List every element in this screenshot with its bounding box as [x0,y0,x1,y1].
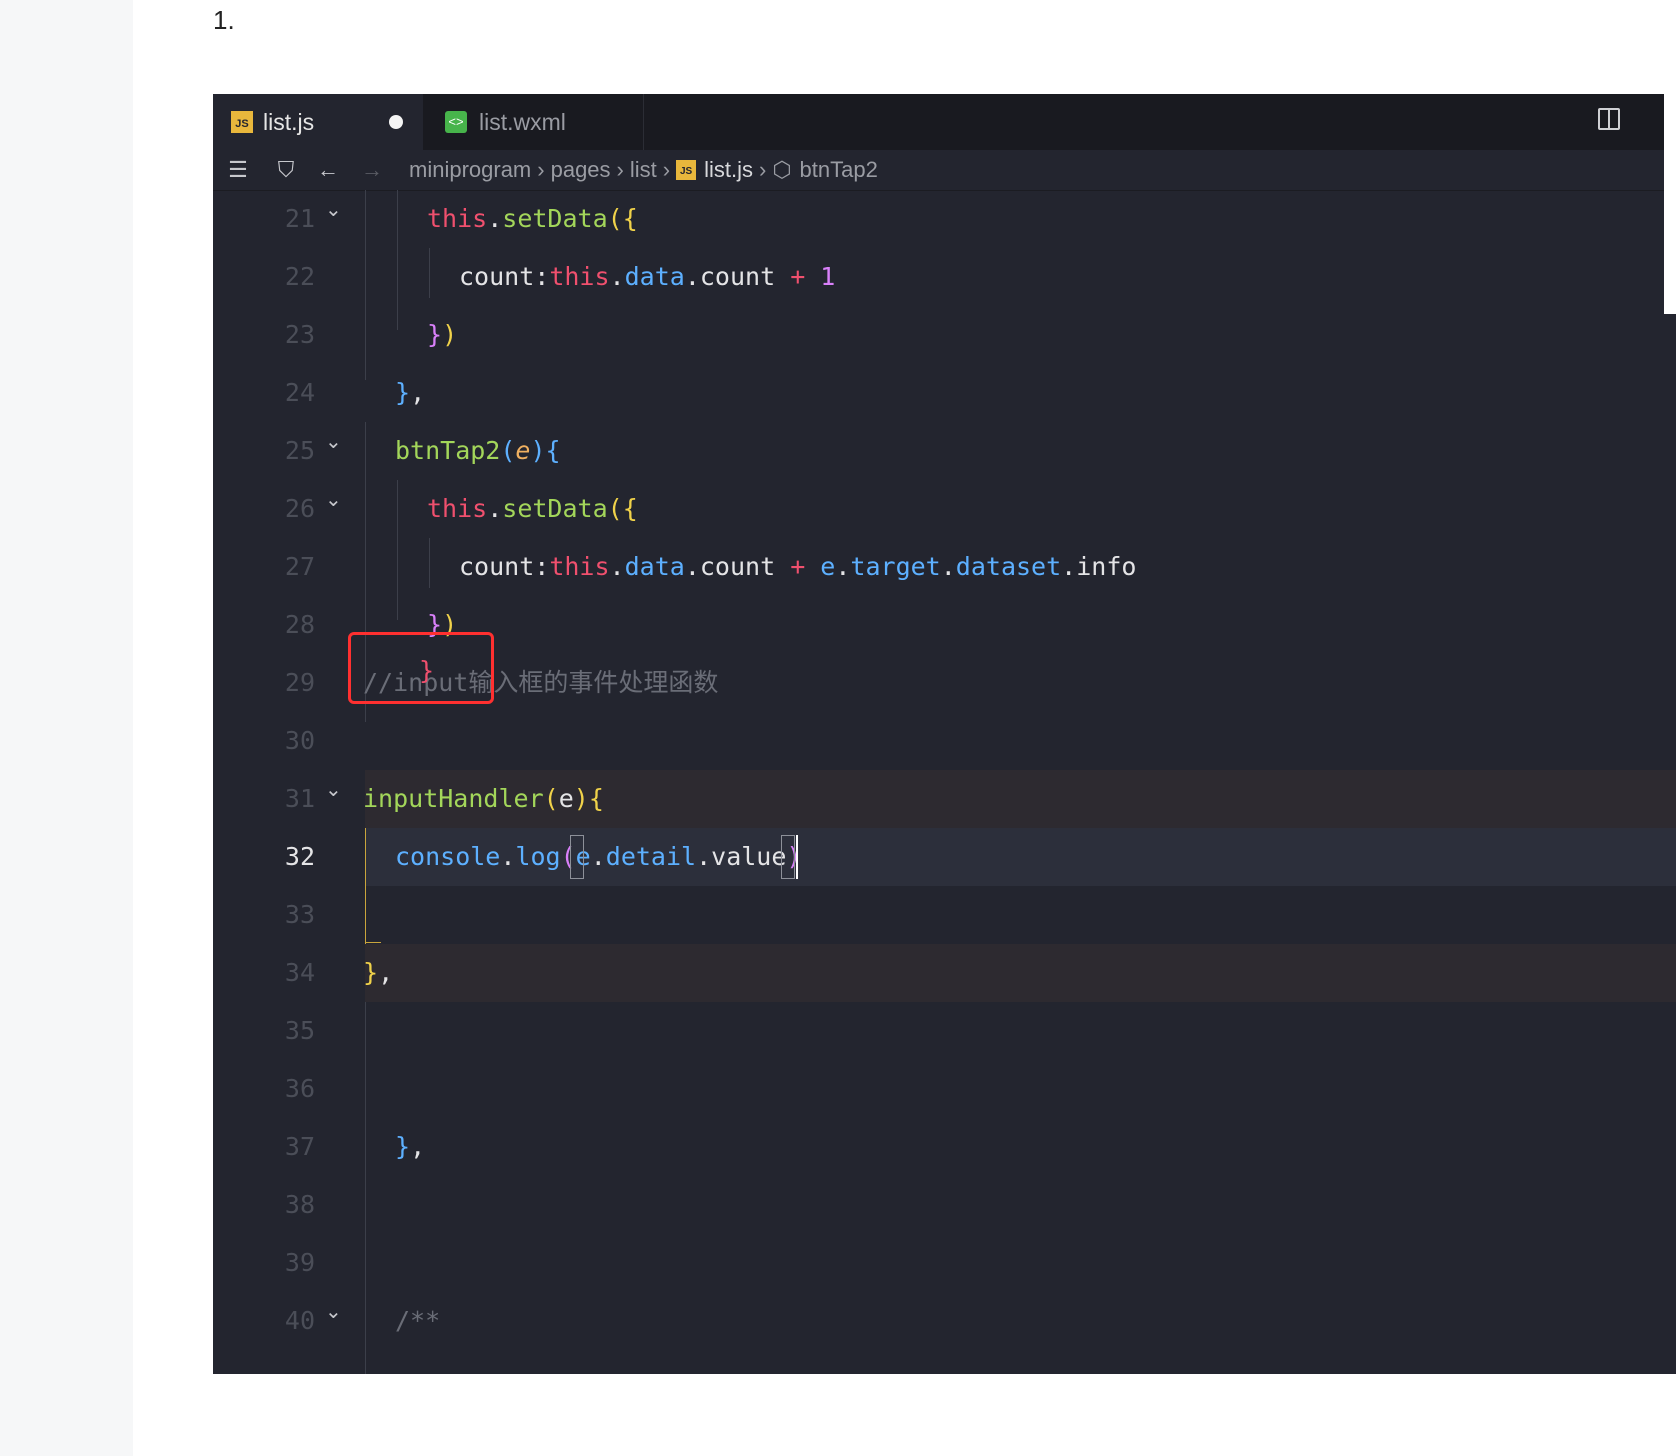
code-line: 24 }, [213,364,1676,422]
forward-arrow-icon[interactable]: → [355,157,389,183]
code-text: /** [395,1306,441,1335]
line-number: 40 [284,1306,315,1335]
line-number: 38 [284,1190,315,1219]
breadcrumb-item-symbol[interactable]: btnTap2 [800,157,878,183]
tab-list-wxml[interactable]: <> list.wxml [423,94,644,150]
line-number: 39 [284,1248,315,1277]
code-text: }, [363,958,394,987]
line-number: 23 [284,320,315,349]
chevron-down-icon[interactable]: ⌄ [325,180,342,238]
unsaved-dot-icon[interactable] [389,115,403,129]
page-left-margin [0,0,133,1456]
code-line: 38 [213,1176,1676,1234]
code-line: 36 [213,1060,1676,1118]
text-cursor [796,835,798,879]
breadcrumb-item-miniprogram[interactable]: miniprogram [409,157,531,183]
code-text: this.setData({ [427,494,638,523]
chevron-right-icon: › [758,157,767,182]
page-right-edge [1664,94,1676,314]
line-number: 21 [284,204,315,233]
tab-label: list.js [263,108,315,135]
code-editor[interactable]: JS list.js <> list.wxml ☰ ⛉ ← → miniprog… [213,94,1676,1374]
code-text: this.setData({ [427,204,638,233]
bracket-match-box [570,835,584,879]
breadcrumb-item-list[interactable]: list [630,157,657,183]
code-line: 23 }) [213,306,1676,364]
breadcrumb-item-file[interactable]: list.js [704,157,753,183]
code-line: 27 count:this.data.count + e.target.data… [213,538,1676,596]
chevron-down-icon[interactable]: ⌄ [325,412,342,470]
line-number: 22 [284,262,315,291]
code-line: 21 ⌄ this.setData({ [213,190,1676,248]
cube-icon: ⬡ [772,157,792,182]
code-text: console.log(e.detail.value) [395,842,802,871]
code-text: count:this.data.count + e.target.dataset… [459,552,1137,581]
tab-list-js[interactable]: JS list.js [213,94,423,150]
line-number: 27 [284,552,315,581]
line-number: 34 [284,958,315,987]
code-line: 30 [213,712,1676,770]
code-text: btnTap2(e){ [395,436,561,465]
editor-tab-bar: JS list.js <> list.wxml [213,94,1676,150]
code-line: 26 ⌄ this.setData({ [213,480,1676,538]
line-number: 25 [284,436,315,465]
chevron-down-icon[interactable]: ⌄ [325,1282,342,1340]
code-line: 22 count:this.data.count + 1 [213,248,1676,306]
line-number: 32 [284,842,315,871]
line-number: 33 [284,900,315,929]
chevron-down-icon[interactable]: ⌄ [325,470,342,528]
line-number: 36 [284,1074,315,1103]
breadcrumb-item-pages[interactable]: pages [551,157,611,183]
code-line: 39 [213,1234,1676,1292]
code-line: 25 ⌄ btnTap2(e){ [213,422,1676,480]
annotation-highlight-box [348,632,494,704]
line-number: 31 [284,784,315,813]
chevron-right-icon: › [616,157,624,182]
line-number: 24 [284,378,315,407]
code-text: count:this.data.count + 1 [459,262,836,291]
wxml-file-icon: <> [445,111,467,133]
code-line-current: 32 console.log(e.detail.value) [213,828,1676,886]
line-number: 30 [284,726,315,755]
code-text: inputHandler(e){ [363,784,604,813]
bookmark-icon[interactable]: ⛉ [269,157,303,183]
tab-label: list.wxml [479,108,566,135]
code-line: 35 [213,1002,1676,1060]
split-editor-icon[interactable] [1598,108,1620,130]
code-line: 33 [213,886,1676,944]
line-number: 35 [284,1016,315,1045]
code-line: 31 ⌄ inputHandler(e){ [213,770,1676,828]
line-number: 26 [284,494,315,523]
js-file-icon: JS [231,111,253,133]
chevron-down-icon[interactable]: ⌄ [325,760,342,818]
js-file-icon: JS [676,160,697,180]
bracket-match-box [781,835,795,879]
chevron-right-icon: › [537,157,545,182]
code-line: 37 }, [213,1118,1676,1176]
line-number: 37 [284,1132,315,1161]
code-text: }, [395,378,426,407]
chevron-right-icon: › [662,157,671,182]
code-text: }) [427,320,458,349]
code-area[interactable]: 21 ⌄ this.setData({ 22 count:this.data.c… [213,190,1676,1374]
line-number: 29 [284,668,315,697]
code-line: 40 ⌄ /** [213,1292,1676,1350]
breadcrumb: ☰ ⛉ ← → miniprogram › pages › list › JS … [213,150,1676,191]
list-icon[interactable]: ☰ [221,157,255,183]
list-marker: 1. [213,5,235,35]
code-text: }, [395,1132,426,1161]
line-number: 28 [284,610,315,639]
code-line: 34 }, [213,944,1676,1002]
